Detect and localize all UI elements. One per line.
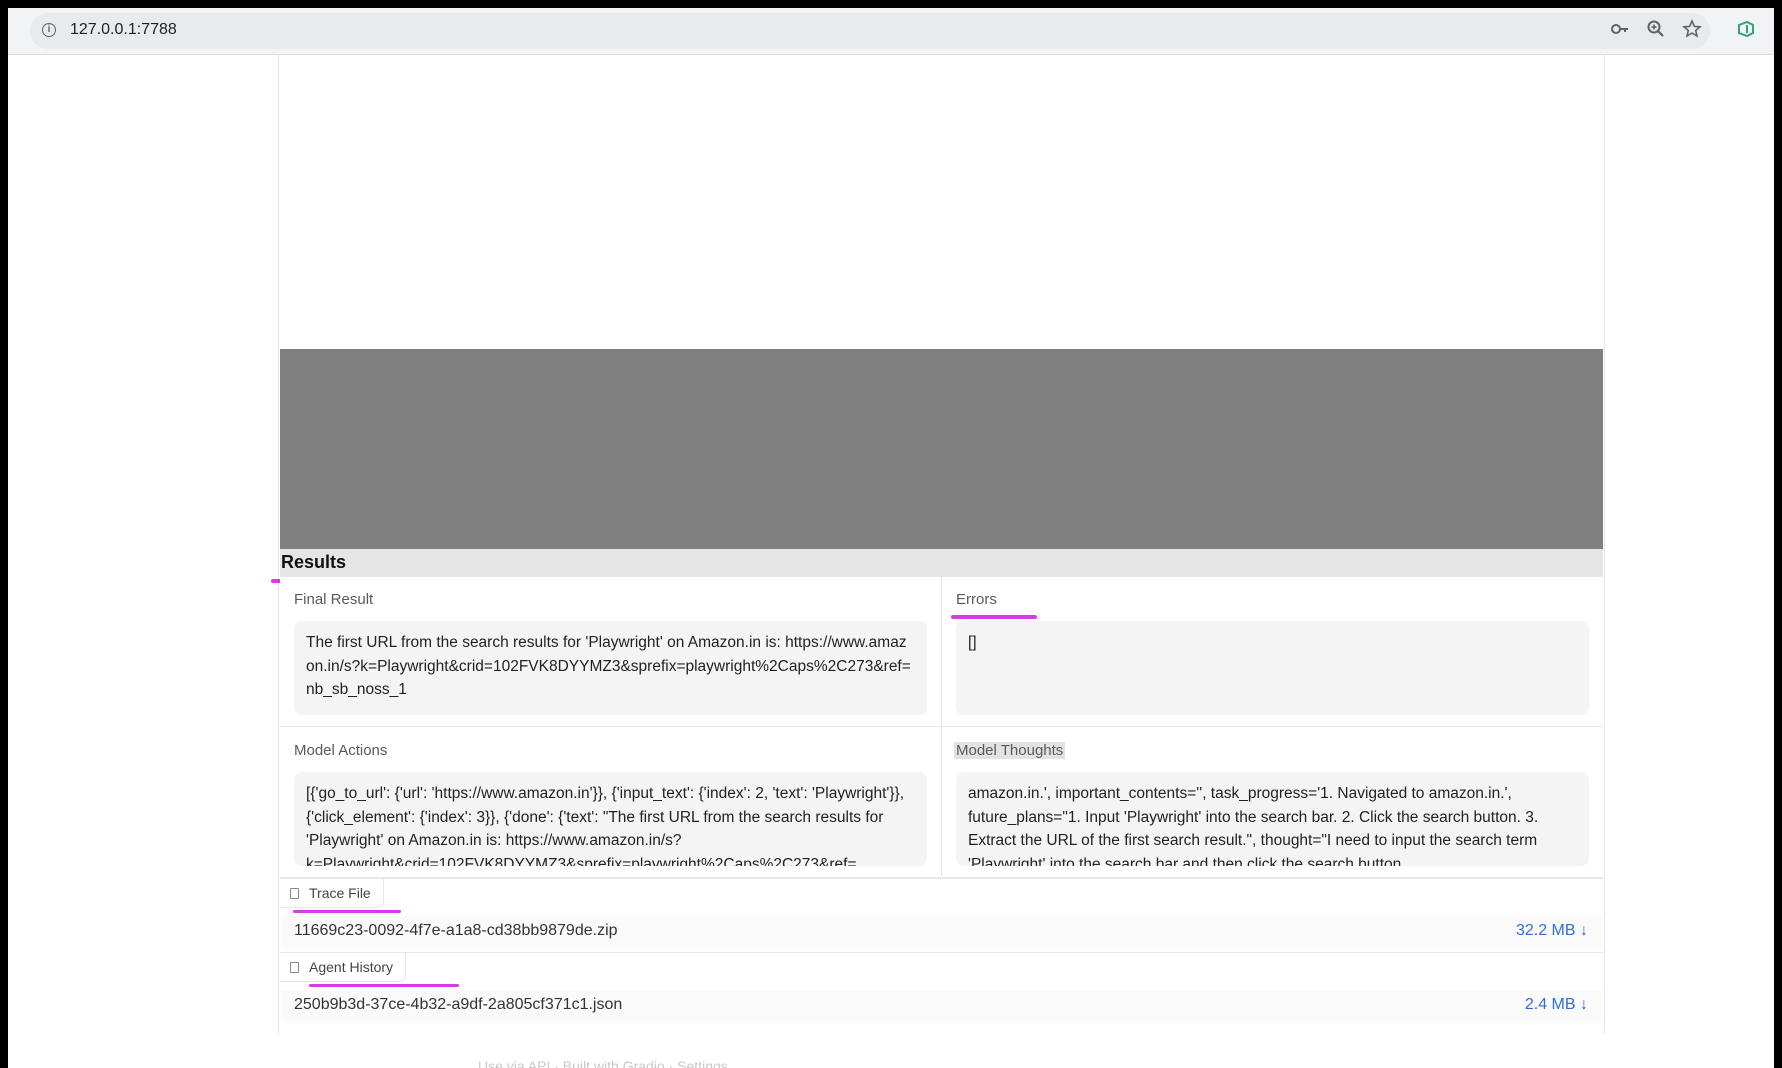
file-icon (290, 962, 299, 973)
footer-links[interactable]: Use via API · Built with Gradio · Settin… (478, 1058, 728, 1068)
errors-panel: Errors [] (942, 577, 1603, 727)
final-result-panel: Final Result The first URL from the sear… (280, 577, 941, 727)
errors-label: Errors (956, 591, 997, 608)
model-actions-textbox[interactable]: [{'go_to_url': {'url': 'https://www.amaz… (294, 772, 927, 866)
trace-file-name[interactable]: 11669c23-0092-4f7e-a1a8-cd38bb9879de.zip (294, 922, 618, 940)
agent-history-label: Agent History (309, 959, 394, 975)
url-text[interactable]: 127.0.0.1:7788 (70, 21, 177, 39)
trace-file-component: Trace File 11669c23-0092-4f7e-a1a8-cd38b… (280, 878, 1603, 953)
agent-history-component: Agent History 250b9b3d-37ce-4b32-a9df-2a… (280, 952, 1603, 1027)
agent-history-tag: Agent History (280, 953, 407, 982)
zoom-icon[interactable] (1644, 19, 1668, 43)
final-result-textbox[interactable]: The first URL from the search results fo… (294, 621, 927, 715)
model-thoughts-textbox[interactable]: amazon.in.', important_contents='', task… (956, 772, 1589, 866)
model-thoughts-label: Model Thoughts (954, 742, 1066, 759)
results-title: Results (281, 552, 347, 572)
trace-file-download[interactable]: 32.2 MB ↓ (1516, 922, 1588, 940)
agent-history-download[interactable]: 2.4 MB ↓ (1525, 996, 1588, 1014)
trace-file-tag: Trace File (280, 879, 384, 908)
address-bar[interactable] (30, 13, 1710, 49)
trace-file-highlight-underline (293, 910, 401, 913)
star-icon[interactable] (1680, 19, 1704, 43)
final-result-label: Final Result (294, 591, 374, 608)
key-icon[interactable] (1608, 19, 1632, 43)
browser-toolbar: i 127.0.0.1:7788 (8, 8, 1774, 55)
agent-history-highlight-underline (309, 984, 459, 987)
file-icon (290, 888, 299, 899)
errors-highlight-underline (951, 615, 1037, 619)
browser-window: i 127.0.0.1:7788 Results Final Result Th… (8, 8, 1774, 1068)
trace-file-label: Trace File (309, 885, 371, 901)
panel-divider (941, 577, 942, 877)
model-thoughts-panel: Model Thoughts amazon.in.', important_co… (942, 728, 1603, 878)
gradio-app: Results Final Result The first URL from … (271, 54, 1605, 1034)
model-actions-label: Model Actions (294, 742, 388, 759)
results-section-header: Results (280, 549, 1603, 577)
extension-icon[interactable] (1734, 19, 1758, 43)
agent-history-entry[interactable]: 250b9b3d-37ce-4b32-a9df-2a805cf371c1.jso… (281, 990, 1602, 1022)
info-icon[interactable]: i (42, 23, 56, 37)
trace-file-entry[interactable]: 11669c23-0092-4f7e-a1a8-cd38bb9879de.zip… (281, 916, 1602, 948)
errors-textbox[interactable]: [] (956, 621, 1589, 715)
model-actions-panel: Model Actions [{'go_to_url': {'url': 'ht… (280, 728, 941, 878)
agent-history-file-name[interactable]: 250b9b3d-37ce-4b32-a9df-2a805cf371c1.jso… (294, 996, 622, 1014)
browser-view-placeholder (280, 349, 1603, 549)
